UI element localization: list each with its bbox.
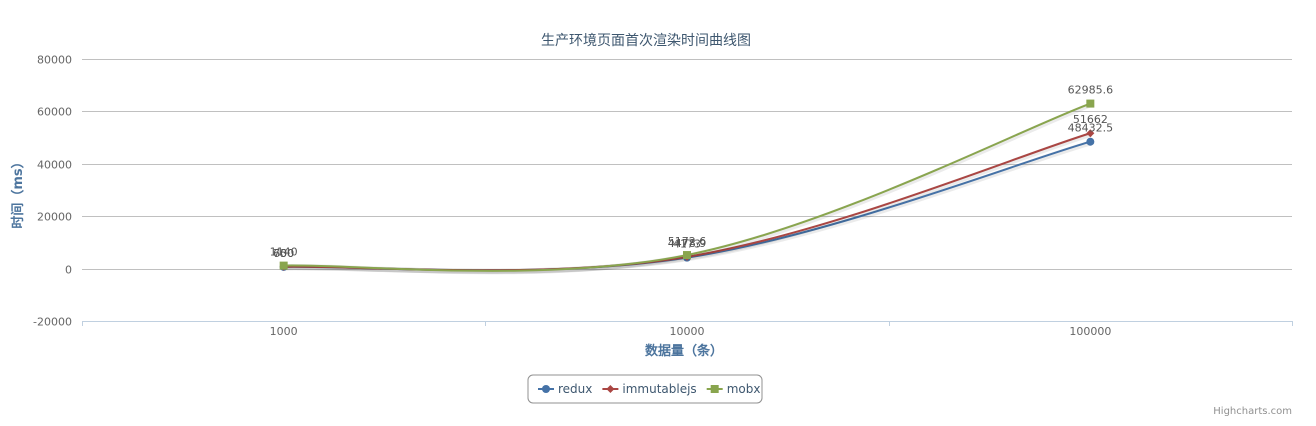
chart-container: -20000 0 20000 40000 60000 80000 1000 10000 100… (0, 0, 1316, 422)
grid-lines (82, 59, 1292, 322)
y-tick-label: 0 (65, 264, 72, 277)
x-axis-title: 数据量（条） (645, 343, 723, 359)
credits-link[interactable]: Highcharts.com (1213, 406, 1292, 417)
data-label-mobx: 62985.6 (1068, 84, 1114, 97)
line-chart: -20000020000400006000080000 1000 10000 100… (10, 33, 1293, 417)
legend-marker-mobx (710, 385, 719, 393)
y-axis-ticks: -20000 0 20000 40000 60000 80000 (33, 54, 72, 329)
data-label-mobx: 5172.6 (668, 235, 707, 248)
data-label-mobx: 1140 (270, 246, 298, 259)
y-tick-label: 80000 (37, 54, 72, 67)
y-tick-label: 40000 (37, 159, 72, 172)
legend-label: redux (558, 382, 592, 396)
data-point-mobx[interactable] (279, 261, 288, 270)
data-point-redux[interactable] (1086, 137, 1095, 146)
series-line-redux[interactable] (283, 140, 1091, 272)
x-tick-label: 1000 (270, 325, 298, 338)
chart-title: 生产环境页面首次渲染时间曲线图 (541, 33, 751, 49)
data-label-immutablejs: 51662 (1073, 113, 1108, 126)
y-axis-title: 时间（ms） (10, 155, 26, 228)
legend-label: mobx (727, 382, 761, 396)
legend-marker-redux (542, 385, 550, 393)
y-tick-label: 20000 (37, 211, 72, 224)
legend: redux immutablejs mobx (527, 374, 763, 404)
y-tick-label: -20000 (33, 316, 72, 329)
x-tick-label: 100000 (1069, 325, 1111, 338)
data-point-mobx[interactable] (1086, 99, 1095, 108)
x-axis: 1000 10000 100000 (82, 321, 1293, 338)
x-tick-label: 10000 (670, 325, 705, 338)
legend-label: immutablejs (622, 382, 696, 396)
y-tick-label: 60000 (37, 106, 72, 119)
data-point-mobx[interactable] (683, 251, 691, 260)
